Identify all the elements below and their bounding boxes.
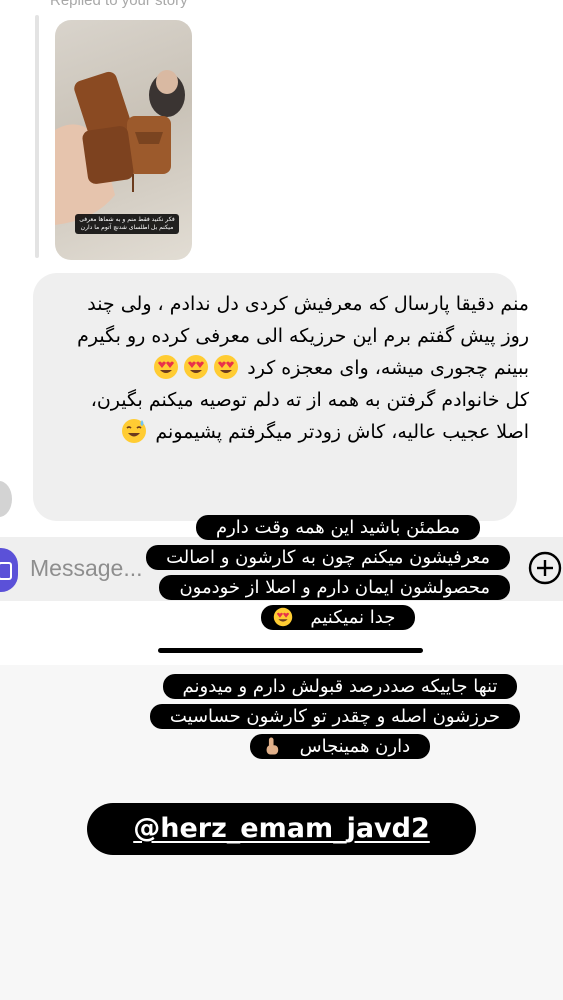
heart-eyes-emoji (184, 355, 209, 379)
replied-to-story-label: Replied to your story (50, 0, 188, 9)
camera-icon (0, 562, 12, 580)
heart-eyes-emoji (154, 355, 179, 379)
message-paragraph-1: منم دقیقا پارسال که معرفیش کردی دل ندادم… (77, 293, 529, 379)
story-text-overlay-2: تنها جاییکه صددرصد قبولش دارم و میدونم ح… (149, 672, 520, 762)
message-paragraph-2: کل خانوادم گرفتن به همه از ته دلم توصیه … (90, 389, 529, 443)
heart-eyes-emoji (214, 355, 239, 379)
story-underline-bar (158, 648, 423, 653)
story-text-overlay-1: مطمئن باشید این همه وقت دارم معرفیشون می… (146, 513, 510, 633)
pointing-down-emoji (266, 737, 279, 755)
heart-eyes-emoji (273, 607, 292, 627)
sweat-smile-emoji (122, 419, 147, 443)
overlay-text-1: مطمئن باشید این همه وقت دارم معرفیشون می… (156, 515, 500, 630)
mention-handle-tag[interactable]: @herz_emam_javd2 (87, 803, 476, 855)
reply-quote-bar (35, 15, 39, 258)
story-thumbnail[interactable]: فکر نکنید فقط منم و به شماها معرفی میکنم… (55, 20, 192, 260)
overlay-text-2: تنها جاییکه صددرصد قبولش دارم و میدونم ح… (159, 674, 510, 759)
message-text: منم دقیقا پارسال که معرفیش کردی دل ندادم… (69, 288, 529, 448)
plus-circle-icon[interactable] (528, 551, 562, 585)
story-thumbnail-caption: فکر نکنید فقط منم و به شماها معرفی میکنم… (75, 214, 179, 234)
